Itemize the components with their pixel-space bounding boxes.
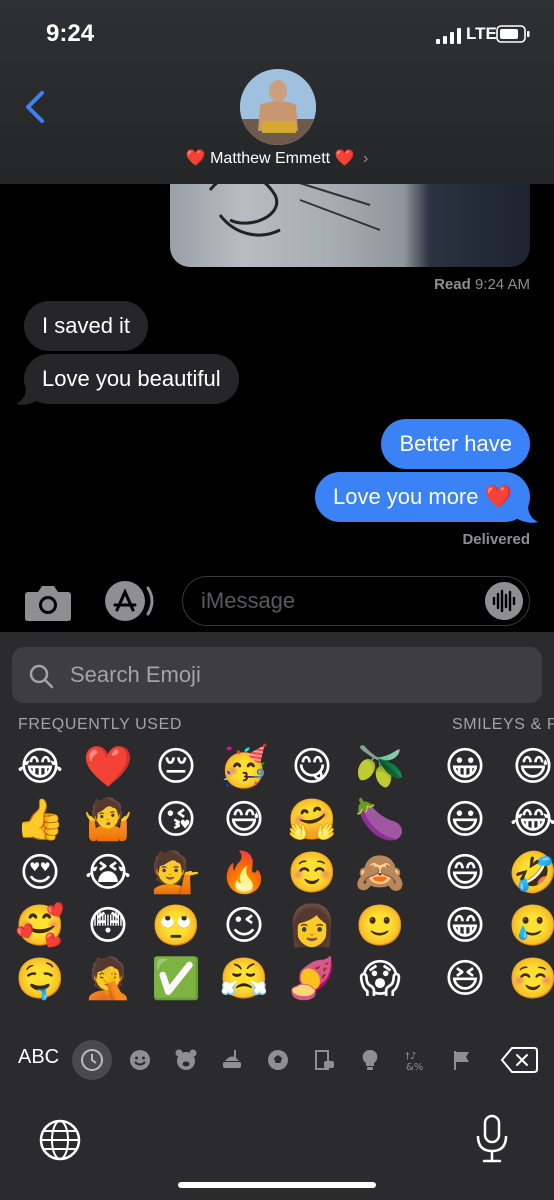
message-input-placeholder: iMessage — [201, 588, 296, 613]
emoji-key[interactable]: 😱 — [353, 952, 407, 1004]
chevron-right-icon: › — [362, 150, 369, 167]
contact-name-row[interactable]: ❤️ Matthew Emmett ❤️ › — [0, 148, 554, 168]
category-animals[interactable] — [166, 1040, 206, 1080]
emoji-key[interactable]: ☺️ — [506, 952, 554, 1004]
incoming-message-bubble[interactable]: Love you beautiful — [24, 354, 239, 404]
emoji-key[interactable]: 🙂 — [353, 899, 407, 953]
delivered-status: Delivered — [462, 531, 530, 548]
symbols-icon: †♪&% — [405, 1051, 423, 1072]
emoji-key[interactable]: 🙄 — [149, 899, 203, 953]
emoji-key[interactable]: 😳 — [81, 899, 135, 953]
emoji-key[interactable]: 🥲 — [506, 899, 554, 953]
emoji-grid: 😂 ❤️ 😔 🥳 😋 🫒 👍 🤷 😘 😅 🤗 🍆 😍 😭 💁 🔥 ☺️ 🙈 🥰 😳 🙄 😉 👩 🙂 🤤 🤦 ✅ 😤 🍠 😱 😀 😅 😃 😂 😄 🤣 😁 🥲… — [0, 740, 554, 1004]
emoji-keyboard: Search Emoji FREQUENTLY USED SMILEYS & P… — [0, 632, 554, 1200]
emoji-key[interactable]: 😭 — [81, 846, 135, 900]
incoming-message-bubble[interactable]: I saved it — [24, 301, 149, 351]
category-recents[interactable] — [72, 1040, 112, 1080]
emoji-key[interactable]: 🤗 — [285, 793, 339, 847]
category-objects[interactable] — [350, 1040, 390, 1080]
emoji-key[interactable]: 😄 — [438, 846, 492, 900]
emoji-key[interactable]: 🤷 — [81, 793, 135, 847]
abc-key[interactable]: ABC — [18, 1046, 59, 1069]
avatar-photo — [240, 69, 316, 145]
category-travel[interactable] — [304, 1040, 344, 1080]
emoji-search-field[interactable]: Search Emoji — [12, 647, 542, 703]
emoji-key[interactable]: 🍆 — [353, 793, 407, 847]
smiley-icon — [130, 1050, 150, 1070]
delete-backspace-icon[interactable] — [500, 1046, 538, 1074]
battery-icon — [496, 25, 530, 43]
section-frequently-used: FREQUENTLY USED — [18, 716, 182, 733]
emoji-key[interactable]: 😍 — [13, 846, 67, 900]
svg-text:†♪: †♪ — [405, 1051, 416, 1062]
contact-avatar[interactable] — [240, 69, 316, 145]
emoji-key[interactable]: 😤 — [217, 952, 271, 1004]
camera-icon[interactable] — [24, 582, 72, 622]
emoji-key[interactable]: 🫒 — [353, 740, 407, 794]
emoji-key[interactable]: 😁 — [438, 899, 492, 953]
emoji-key[interactable]: 😅 — [217, 793, 271, 847]
message-input[interactable]: iMessage — [182, 576, 530, 626]
emoji-key[interactable]: 😀 — [438, 740, 492, 794]
emoji-key[interactable]: 😂 — [506, 793, 554, 847]
section-smileys: SMILEYS & P — [452, 716, 554, 733]
microphone-icon[interactable] — [474, 1114, 510, 1164]
food-icon — [223, 1050, 241, 1068]
outgoing-message-bubble[interactable]: Love you more ❤️ — [314, 472, 530, 522]
svg-text:&%: &% — [406, 1062, 423, 1072]
category-food[interactable] — [212, 1040, 252, 1080]
emoji-key[interactable]: 😘 — [149, 793, 203, 847]
emoji-key[interactable]: 😃 — [438, 793, 492, 847]
flag-icon — [454, 1051, 469, 1070]
app-store-icon[interactable] — [104, 580, 156, 622]
globe-icon[interactable] — [38, 1118, 82, 1162]
emoji-key[interactable]: 😋 — [285, 740, 339, 794]
home-indicator[interactable] — [178, 1182, 376, 1188]
lightbulb-icon — [362, 1049, 378, 1070]
emoji-key[interactable]: 👩 — [285, 899, 339, 953]
category-smileys[interactable] — [120, 1040, 160, 1080]
emoji-key[interactable]: 😅 — [506, 740, 554, 794]
incoming-bubble-tail — [16, 386, 38, 405]
read-receipt: Read 9:24 AM — [434, 276, 530, 293]
emoji-key[interactable]: 👍 — [13, 793, 67, 847]
category-flags[interactable] — [442, 1040, 482, 1080]
building-car-icon — [315, 1050, 334, 1070]
soccer-ball-icon — [268, 1050, 288, 1070]
emoji-key[interactable]: 🤦 — [81, 952, 135, 1004]
emoji-key[interactable]: 😔 — [149, 740, 203, 794]
emoji-key[interactable]: 🥰 — [13, 899, 67, 953]
emoji-key[interactable]: 😆 — [438, 952, 492, 1004]
emoji-key[interactable]: 🥳 — [217, 740, 271, 794]
signal-strength-icon — [436, 28, 461, 44]
emoji-key[interactable]: 🙈 — [353, 846, 407, 900]
back-chevron-icon[interactable] — [22, 90, 50, 124]
emoji-key[interactable]: 💁 — [149, 846, 203, 900]
conversation-header: 9:24 LTE ❤️ Matthew Emmett ❤️ › — [0, 0, 554, 184]
emoji-key[interactable]: 😂 — [13, 740, 67, 794]
bear-icon — [175, 1049, 197, 1070]
emoji-key[interactable]: 🤣 — [506, 846, 554, 900]
emoji-category-bar: ABC †♪ &% — [0, 1032, 554, 1086]
search-icon — [29, 664, 54, 689]
network-type: LTE — [466, 24, 497, 43]
category-symbols[interactable]: †♪ &% — [396, 1040, 436, 1080]
clock-icon — [81, 1049, 103, 1071]
emoji-key[interactable]: ☺️ — [285, 846, 339, 900]
category-activity[interactable] — [258, 1040, 298, 1080]
emoji-key[interactable]: 🤤 — [13, 952, 67, 1004]
contact-name: Matthew Emmett — [210, 150, 331, 167]
emoji-key[interactable]: ❤️ — [81, 740, 135, 794]
emoji-key[interactable]: ✅ — [149, 952, 203, 1004]
audio-message-icon[interactable] — [485, 582, 523, 620]
emoji-key[interactable]: 🔥 — [217, 846, 271, 900]
outgoing-bubble-tail — [516, 504, 538, 523]
heart-icon: ❤️ — [185, 150, 206, 167]
emoji-key[interactable]: 😉 — [217, 899, 271, 953]
outgoing-message-bubble[interactable]: Better have — [381, 419, 530, 469]
heart-icon: ❤️ — [334, 150, 355, 167]
emoji-key[interactable]: 🍠 — [285, 952, 339, 1004]
status-time: 9:24 — [46, 20, 95, 47]
emoji-search-placeholder: Search Emoji — [70, 662, 201, 687]
